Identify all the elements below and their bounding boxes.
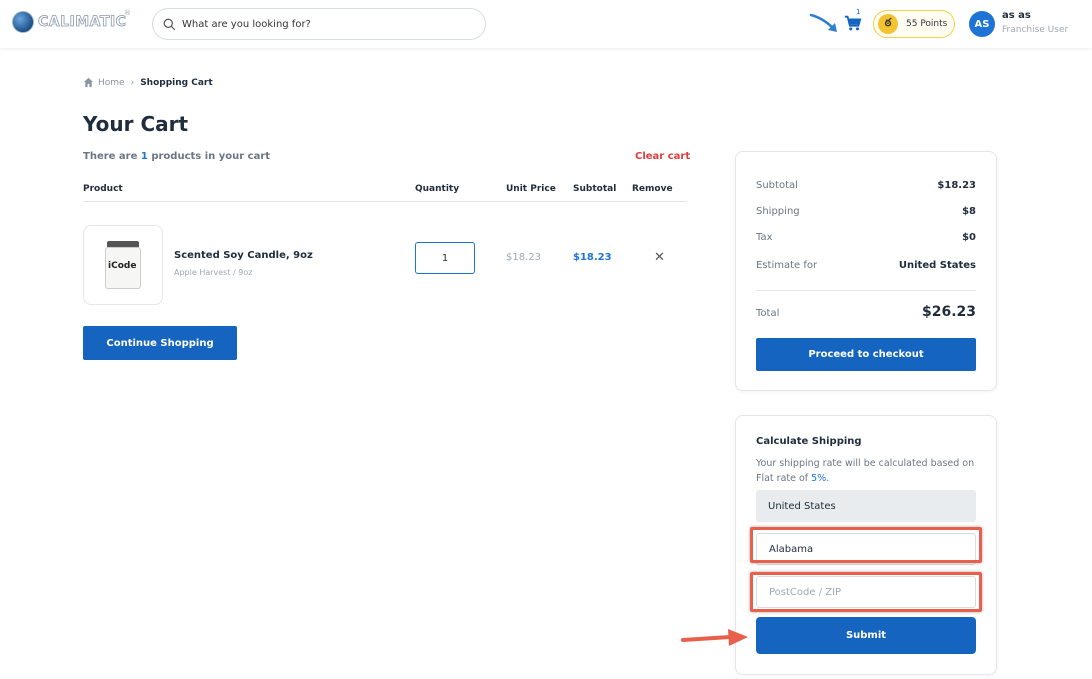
state-field-highlight bbox=[750, 527, 982, 563]
column-header-product: Product bbox=[83, 184, 123, 194]
medal-icon: ఠ bbox=[878, 14, 898, 34]
column-header-remove: Remove bbox=[632, 184, 673, 194]
proceed-to-checkout-button[interactable]: Proceed to checkout bbox=[756, 338, 976, 371]
breadcrumb: Home › Shopping Cart bbox=[83, 77, 213, 88]
total-value: $26.23 bbox=[921, 304, 976, 320]
logo[interactable]: CALIMATIC ® bbox=[12, 9, 131, 33]
breadcrumb-separator: › bbox=[130, 77, 135, 88]
quantity-input[interactable] bbox=[415, 242, 475, 274]
estimate-value: United States bbox=[898, 260, 976, 271]
search-input[interactable] bbox=[182, 18, 462, 30]
total-label: Total bbox=[756, 308, 780, 319]
summary-divider bbox=[756, 290, 976, 291]
zip-field-highlight bbox=[750, 572, 982, 612]
clear-cart-link[interactable]: Clear cart bbox=[635, 151, 690, 162]
avatar[interactable]: AS bbox=[969, 11, 995, 37]
continue-shopping-button[interactable]: Continue Shopping bbox=[83, 326, 237, 360]
line-subtotal: $18.23 bbox=[573, 252, 612, 263]
registered-mark-icon: ® bbox=[124, 9, 131, 17]
breadcrumb-current: Shopping Cart bbox=[140, 77, 213, 88]
breadcrumb-home-link[interactable]: Home bbox=[98, 78, 125, 88]
search-icon bbox=[163, 18, 176, 30]
remove-item-icon[interactable]: ✕ bbox=[654, 250, 665, 265]
shopping-cart-icon[interactable] bbox=[844, 14, 862, 32]
column-header-subtotal: Subtotal bbox=[573, 184, 617, 194]
subtotal-value: $18.23 bbox=[937, 180, 976, 191]
points-badge[interactable]: ఠ 55 Points bbox=[873, 10, 955, 38]
logo-text: CALIMATIC bbox=[38, 14, 127, 31]
subtotal-label: Subtotal bbox=[756, 180, 798, 191]
cart-count-badge: 1 bbox=[856, 8, 861, 16]
user-role: Franchise User bbox=[1002, 25, 1069, 35]
shipping-value: $8 bbox=[962, 206, 976, 217]
table-divider bbox=[83, 201, 687, 202]
tax-label: Tax bbox=[756, 232, 773, 243]
home-icon bbox=[83, 77, 94, 88]
unit-price: $18.23 bbox=[506, 252, 541, 263]
tax-value: $0 bbox=[962, 232, 976, 243]
annotation-arrow-icon bbox=[681, 629, 748, 646]
cart-count-text: There are 1 products in your cart bbox=[83, 151, 271, 162]
shipping-label: Shipping bbox=[756, 206, 800, 217]
product-name[interactable]: Scented Soy Candle, 9oz bbox=[174, 250, 313, 261]
column-header-unit-price: Unit Price bbox=[506, 184, 556, 194]
product-variant: Apple Harvest / 9oz bbox=[174, 268, 253, 277]
search-box[interactable] bbox=[152, 8, 486, 40]
order-summary-card: Subtotal $18.23 Shipping $8 Tax $0 Estim… bbox=[735, 151, 997, 391]
page-title: Your Cart bbox=[83, 112, 189, 136]
user-name[interactable]: as as bbox=[1002, 10, 1031, 21]
column-header-quantity: Quantity bbox=[415, 184, 460, 194]
points-label: 55 Points bbox=[906, 19, 948, 29]
annotation-arrow-icon bbox=[809, 13, 837, 32]
shipping-title: Calculate Shipping bbox=[756, 436, 862, 447]
product-image[interactable]: iCode bbox=[83, 225, 163, 305]
estimate-label: Estimate for bbox=[756, 260, 818, 271]
shipping-description: Your shipping rate will be calculated ba… bbox=[756, 458, 975, 484]
globe-logo-icon bbox=[12, 11, 34, 33]
submit-shipping-button[interactable]: Submit bbox=[756, 617, 976, 654]
top-header: CALIMATIC ® 1 ఠ 55 Points AS as as Franc… bbox=[0, 0, 1092, 48]
country-field[interactable] bbox=[756, 490, 976, 522]
candle-jar-image: iCode bbox=[105, 241, 141, 289]
product-image-label: iCode bbox=[108, 261, 137, 271]
